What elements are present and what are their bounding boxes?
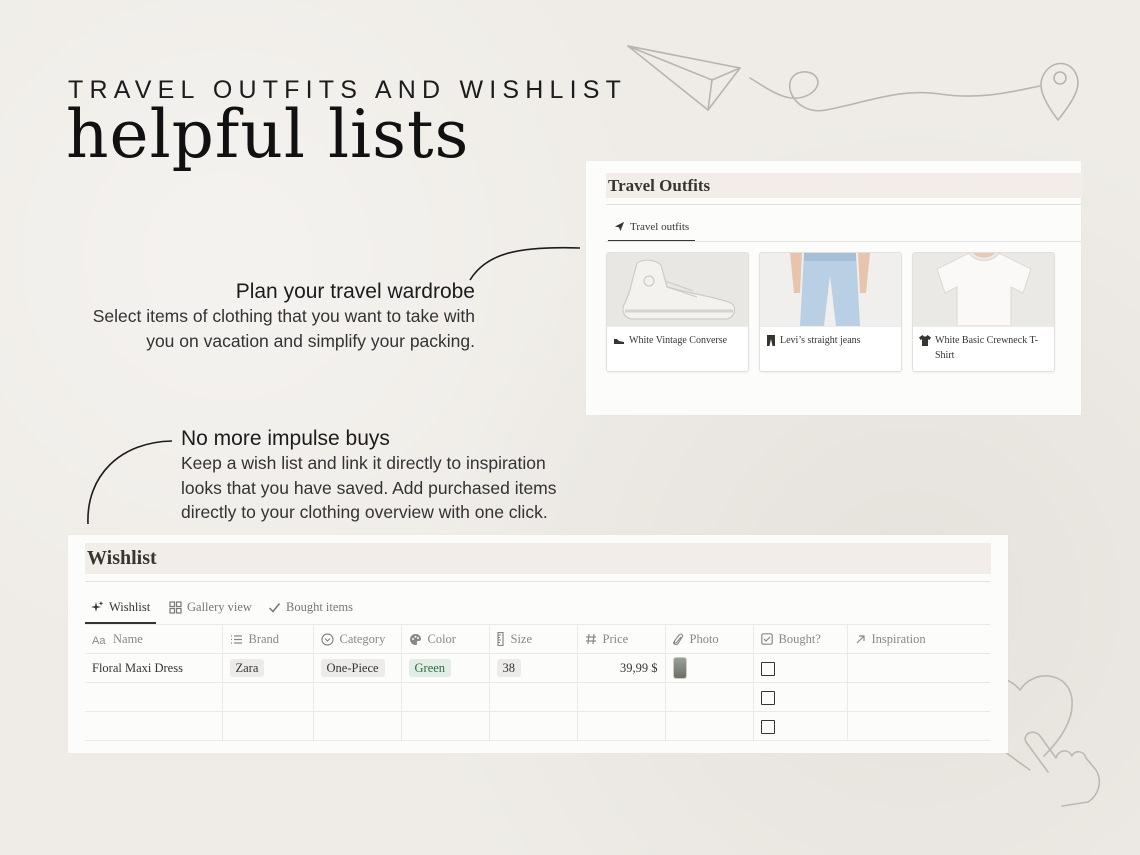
card-label: Levi’s straight jeans xyxy=(760,327,901,348)
tab-gallery-view[interactable]: Gallery view xyxy=(163,593,258,621)
cell-inspiration[interactable] xyxy=(847,682,990,712)
column-header-size[interactable]: Size xyxy=(489,624,578,654)
table-row[interactable] xyxy=(85,682,990,712)
page-title: helpful lists xyxy=(66,96,470,173)
cell-color[interactable] xyxy=(401,682,490,712)
cell-bought[interactable] xyxy=(753,653,848,683)
jeans-image xyxy=(790,253,870,326)
cell-price[interactable] xyxy=(577,711,666,741)
tab-wishlist[interactable]: Wishlist xyxy=(85,593,157,624)
cell-color[interactable]: Green xyxy=(401,653,490,683)
callout-body-impulse: Keep a wish list and link it directly to… xyxy=(181,453,557,522)
callout-title-impulse: No more impulse buys xyxy=(181,427,390,450)
paperclip-icon xyxy=(672,633,683,645)
bought-checkbox[interactable] xyxy=(760,719,775,734)
column-header-color[interactable]: Color xyxy=(401,624,490,654)
category-tag: One-Piece xyxy=(320,659,385,677)
gallery-card[interactable]: White Vintage Converse xyxy=(606,252,749,372)
photo-thumbnail[interactable] xyxy=(672,657,687,679)
cell-category[interactable]: One-Piece xyxy=(313,653,402,683)
cell-color[interactable] xyxy=(401,711,490,741)
callout-body-plan: Select items of clothing that you want t… xyxy=(92,306,475,351)
wishlist-panel: Wishlist Wishlist Gallery view Bought it… xyxy=(68,535,1008,753)
check-icon xyxy=(268,602,281,613)
cell-size[interactable] xyxy=(489,682,578,712)
paper-plane-illustration xyxy=(627,45,1079,121)
bought-checkbox[interactable] xyxy=(760,661,775,676)
palette-icon xyxy=(409,633,421,645)
divider xyxy=(85,581,990,582)
text-icon: Aa xyxy=(92,635,106,645)
cell-name[interactable]: Floral Maxi Dress xyxy=(85,653,223,683)
travel-outfits-panel: Travel Outfits Travel outfits White Vint… xyxy=(586,161,1083,415)
sneaker-image xyxy=(622,259,736,320)
tab-bought-items[interactable]: Bought items xyxy=(262,593,359,621)
table-header-row: Aa Name Brand Category Color Size Price … xyxy=(85,624,990,654)
callout-title-plan: Plan your travel wardrobe xyxy=(235,280,475,303)
gallery-card[interactable]: Levi’s straight jeans xyxy=(759,252,902,372)
cell-brand[interactable] xyxy=(222,682,314,712)
travel-outfits-title: Travel Outfits xyxy=(606,173,1083,198)
cell-inspiration[interactable] xyxy=(847,711,990,741)
size-tag: 38 xyxy=(496,659,521,677)
cell-photo[interactable] xyxy=(665,711,754,741)
cell-inspiration[interactable] xyxy=(847,653,990,683)
cell-brand[interactable] xyxy=(222,711,314,741)
column-header-photo[interactable]: Photo xyxy=(665,624,754,654)
cell-bought[interactable] xyxy=(753,682,848,712)
sparkle-icon xyxy=(91,601,104,612)
gallery-icon xyxy=(169,600,182,614)
column-header-inspiration[interactable]: Inspiration xyxy=(847,624,990,654)
card-image xyxy=(607,253,748,327)
card-label: White Basic Crewneck T-Shirt xyxy=(913,327,1054,363)
select-icon xyxy=(320,632,334,646)
column-header-bought[interactable]: Bought? xyxy=(753,624,848,654)
bought-checkbox[interactable] xyxy=(760,690,775,705)
cell-name[interactable] xyxy=(85,711,223,741)
cell-name[interactable] xyxy=(85,682,223,712)
card-image xyxy=(760,253,901,327)
hash-icon xyxy=(585,633,596,645)
cell-category[interactable] xyxy=(313,682,402,712)
cell-photo[interactable] xyxy=(665,682,754,712)
cell-price[interactable] xyxy=(577,682,666,712)
cell-photo[interactable] xyxy=(665,653,754,683)
column-header-name[interactable]: Aa Name xyxy=(85,624,223,654)
divider xyxy=(606,241,1081,242)
tshirt-image xyxy=(936,253,1032,326)
shirt-icon xyxy=(919,335,931,346)
cell-brand[interactable]: Zara xyxy=(222,653,314,683)
wishlist-table: Aa Name Brand Category Color Size Price … xyxy=(85,624,990,741)
card-image xyxy=(913,253,1054,327)
connector-line-top xyxy=(469,246,581,281)
divider xyxy=(606,204,1081,205)
tab-travel-outfits[interactable]: Travel outfits xyxy=(608,213,696,242)
cell-size[interactable]: 38 xyxy=(489,653,578,683)
table-row[interactable]: Floral Maxi Dress Zara One-Piece Green 3… xyxy=(85,653,990,683)
cell-price[interactable]: 39,99 $ xyxy=(577,653,666,683)
cell-bought[interactable] xyxy=(753,711,848,741)
arrow-icon xyxy=(856,634,865,643)
cell-category[interactable] xyxy=(313,711,402,741)
checkbox-icon xyxy=(760,633,773,645)
paper-plane-icon xyxy=(614,221,625,232)
ruler-icon xyxy=(496,632,504,646)
pants-icon xyxy=(767,335,775,346)
brand-tag: Zara xyxy=(229,659,265,677)
column-header-price[interactable]: Price xyxy=(577,624,666,654)
tab-label: Travel outfits xyxy=(630,220,690,233)
list-icon xyxy=(230,634,242,644)
gallery-card[interactable]: White Basic Crewneck T-Shirt xyxy=(912,252,1055,372)
cell-size[interactable] xyxy=(489,711,578,741)
column-header-brand[interactable]: Brand xyxy=(222,624,314,654)
connector-line-bottom xyxy=(87,440,173,525)
table-row[interactable] xyxy=(85,711,990,741)
column-header-category[interactable]: Category xyxy=(313,624,402,654)
svg-text:Aa: Aa xyxy=(92,635,106,645)
shoe-icon xyxy=(614,339,624,344)
card-label: White Vintage Converse xyxy=(607,327,748,348)
wishlist-title: Wishlist xyxy=(85,543,991,574)
color-tag: Green xyxy=(408,659,452,677)
